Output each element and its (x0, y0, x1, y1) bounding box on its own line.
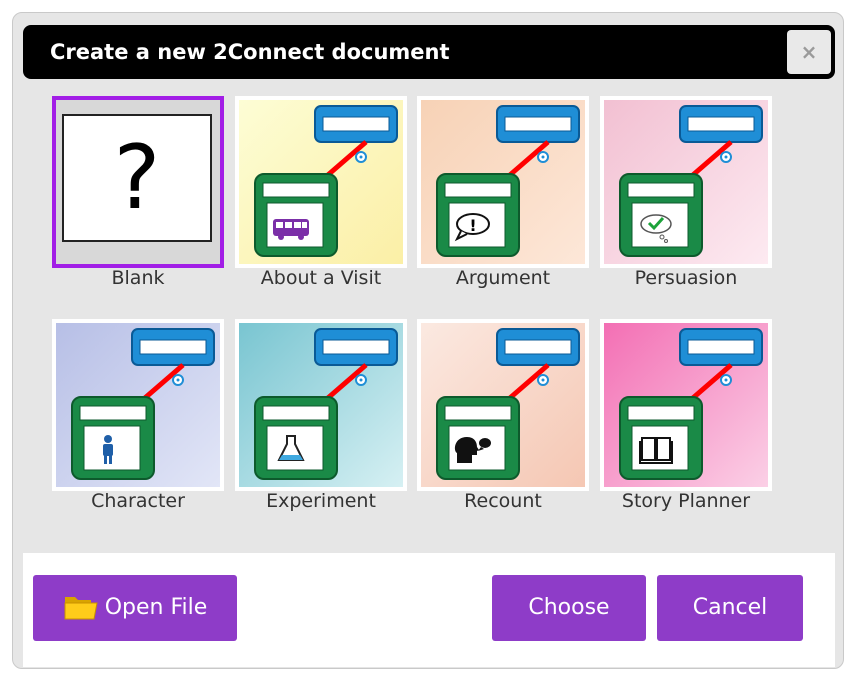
choose-button[interactable]: Choose (492, 575, 646, 641)
template-thumbnail[interactable] (417, 319, 589, 491)
template-thumbnail[interactable] (235, 319, 407, 491)
open-file-button[interactable]: Open File (33, 575, 237, 641)
template-about-a-visit[interactable]: About a Visit (235, 96, 407, 297)
template-character[interactable]: Character (52, 319, 224, 520)
template-label: Story Planner (621, 490, 751, 512)
template-persuasion[interactable]: Persuasion (600, 96, 772, 297)
template-label: Argument (455, 267, 551, 289)
template-label: Experiment (266, 490, 376, 512)
template-experiment[interactable]: Experiment (235, 319, 407, 520)
choose-label: Choose (528, 595, 610, 620)
template-story-planner[interactable]: Story Planner (600, 319, 772, 520)
svg-text:!: ! (469, 216, 476, 235)
template-label: About a Visit (260, 267, 382, 289)
template-label: Blank (111, 267, 165, 289)
template-label: Recount (464, 490, 542, 512)
close-button[interactable]: × (787, 30, 831, 74)
open-book-icon (639, 437, 673, 464)
folder-icon (64, 597, 98, 620)
template-thumbnail[interactable] (600, 319, 772, 491)
dialog-title: Create a new 2Connect document (50, 40, 450, 64)
template-thumbnail[interactable]: ? (52, 96, 224, 268)
close-icon: × (800, 40, 818, 64)
dialog-titlebar: Create a new 2Connect document × (23, 25, 835, 79)
template-recount[interactable]: Recount (417, 319, 589, 520)
template-thumbnail[interactable] (52, 319, 224, 491)
template-thumbnail[interactable] (235, 96, 407, 268)
blank-preview: ? (62, 114, 212, 242)
open-file-label: Open File (104, 595, 208, 620)
cancel-label: Cancel (692, 595, 768, 620)
template-label: Persuasion (634, 267, 738, 289)
template-thumbnail[interactable]: ! (417, 96, 589, 268)
template-blank[interactable]: ? Blank (52, 96, 224, 297)
template-label: Character (91, 490, 185, 512)
cancel-button[interactable]: Cancel (657, 575, 803, 641)
question-mark-icon: ? (113, 126, 161, 229)
template-argument[interactable]: ! Argument (417, 96, 589, 297)
template-thumbnail[interactable] (600, 96, 772, 268)
